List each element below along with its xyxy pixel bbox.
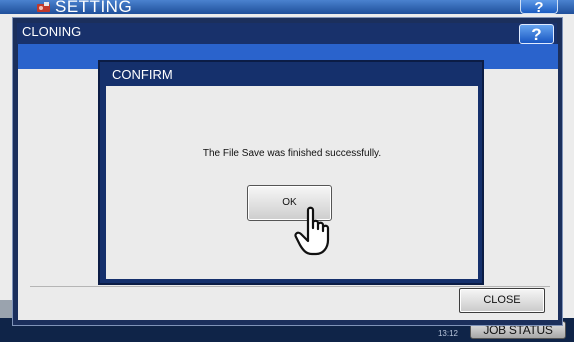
confirm-body [106, 86, 478, 279]
cloning-title: CLONING [22, 24, 82, 39]
cloning-help-button[interactable]: ? [519, 24, 554, 44]
setting-help-button[interactable]: ? [520, 0, 558, 16]
confirm-title: CONFIRM [112, 67, 173, 82]
confirm-message: The File Save was finished successfully. [202, 148, 382, 159]
footer-divider [30, 286, 550, 287]
setting-title: SETTING [55, 0, 133, 16]
cloning-title-bar [17, 23, 557, 44]
pointer-hand-icon [294, 206, 330, 256]
setting-icon [37, 2, 50, 12]
close-button[interactable]: CLOSE [459, 288, 545, 313]
